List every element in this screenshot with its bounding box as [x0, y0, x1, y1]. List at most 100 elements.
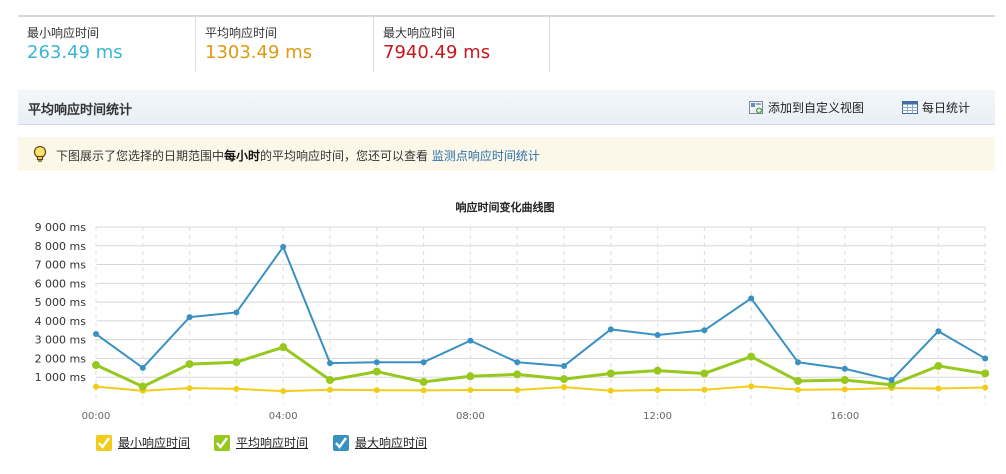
data-point[interactable]	[747, 352, 756, 361]
data-point[interactable]	[795, 386, 801, 393]
data-point[interactable]	[232, 358, 241, 367]
data-point[interactable]	[514, 359, 521, 366]
monitor-stats-link[interactable]: 监测点响应时间统计	[432, 149, 540, 163]
data-point[interactable]	[607, 387, 614, 394]
stat-max-response: 最大响应时间 7940.49 ms	[374, 17, 550, 72]
checkbox-checked-icon[interactable]	[96, 434, 112, 451]
stat-label: 平均响应时间	[205, 26, 278, 40]
y-tick-label: 2 000 ms	[35, 352, 87, 365]
data-point[interactable]	[280, 243, 287, 250]
y-tick-label: 4 000 ms	[35, 315, 87, 328]
data-point[interactable]	[840, 376, 849, 385]
legend-item-min[interactable]: 最小响应时间	[96, 434, 190, 451]
series-line-avg	[95, 345, 986, 389]
data-point[interactable]	[327, 386, 333, 393]
tip-bold: 每小时	[224, 149, 261, 163]
data-point[interactable]	[466, 372, 475, 381]
data-point[interactable]	[701, 386, 708, 393]
data-point[interactable]	[467, 386, 474, 393]
data-point[interactable]	[233, 385, 240, 392]
data-point[interactable]	[186, 314, 193, 321]
data-point[interactable]	[513, 370, 522, 379]
chart-title: 响应时间变化曲线图	[456, 200, 555, 214]
data-point[interactable]	[841, 386, 848, 393]
tip-suffix: 的平均响应时间，您还可以查看	[260, 149, 429, 163]
daily-stats-label: 每日统计	[922, 101, 971, 115]
data-point[interactable]	[561, 384, 567, 391]
data-point[interactable]	[93, 383, 99, 390]
data-point[interactable]	[279, 343, 288, 352]
data-point[interactable]	[561, 362, 567, 369]
data-point[interactable]	[654, 386, 661, 393]
x-tick-label: 08:00	[456, 411, 485, 422]
tip-text: 下图展示了您选择的日期范围中每小时的平均响应时间，您还可以查看 监测点响应时间统…	[56, 147, 540, 164]
data-point[interactable]	[280, 388, 287, 395]
data-point[interactable]	[326, 376, 334, 385]
data-point[interactable]	[373, 359, 380, 366]
daily-stats-button[interactable]: 每日统计	[902, 99, 970, 116]
data-point[interactable]	[701, 327, 708, 334]
stat-value: 263.49 ms	[27, 42, 123, 63]
data-point[interactable]	[372, 367, 381, 376]
add-view-icon	[749, 100, 763, 114]
y-tick-label: 9 000 ms	[35, 221, 87, 234]
checkbox-checked-icon[interactable]	[333, 434, 349, 451]
data-point[interactable]	[607, 326, 614, 333]
data-point[interactable]	[139, 364, 146, 371]
data-point[interactable]	[233, 309, 240, 316]
y-tick-label: 5 000 ms	[35, 296, 87, 309]
data-point[interactable]	[748, 295, 755, 302]
data-point[interactable]	[934, 361, 943, 370]
legend-label-max: 最大响应时间	[355, 436, 428, 450]
y-tick-label: 7 000 ms	[35, 259, 87, 272]
y-tick-label: 6 000 ms	[35, 277, 87, 290]
y-tick-label: 3 000 ms	[35, 334, 87, 347]
data-point[interactable]	[982, 355, 989, 362]
data-point[interactable]	[888, 377, 895, 384]
legend-item-avg[interactable]: 平均响应时间	[214, 434, 308, 451]
data-point[interactable]	[935, 328, 942, 335]
data-point[interactable]	[841, 365, 848, 372]
data-point[interactable]	[186, 385, 193, 392]
checkbox-checked-icon[interactable]	[214, 434, 230, 451]
data-point[interactable]	[420, 387, 427, 394]
data-point[interactable]	[654, 331, 661, 338]
data-point[interactable]	[794, 376, 802, 385]
data-point[interactable]	[138, 382, 147, 391]
stat-label: 最小响应时间	[27, 26, 100, 40]
stat-label: 最大响应时间	[383, 26, 456, 40]
data-point[interactable]	[419, 377, 428, 386]
legend-item-max[interactable]: 最大响应时间	[333, 434, 427, 451]
data-point[interactable]	[467, 337, 474, 344]
info-tip: 下图展示了您选择的日期范围中每小时的平均响应时间，您还可以查看 监测点响应时间统…	[18, 137, 995, 171]
data-point[interactable]	[420, 359, 427, 366]
stat-avg-response: 平均响应时间 1303.49 ms	[196, 17, 374, 72]
data-point[interactable]	[327, 360, 333, 367]
data-point[interactable]	[373, 387, 380, 394]
series-line-min	[95, 385, 986, 393]
data-point[interactable]	[93, 331, 99, 338]
data-point[interactable]	[606, 369, 615, 378]
stats-summary: 最小响应时间 263.49 ms 平均响应时间 1303.49 ms 最大响应时…	[18, 17, 995, 72]
data-point[interactable]	[935, 385, 942, 392]
data-point[interactable]	[795, 359, 801, 366]
tip-prefix: 下图展示了您选择的日期范围中	[56, 149, 225, 163]
data-point[interactable]	[748, 383, 755, 390]
x-tick-label: 12:00	[643, 411, 672, 422]
y-tick-label: 1 000 ms	[35, 371, 87, 384]
x-tick-label: 04:00	[269, 411, 298, 422]
legend-label-avg: 平均响应时间	[236, 436, 309, 450]
data-point[interactable]	[700, 369, 709, 378]
calendar-icon	[902, 101, 918, 114]
data-point[interactable]	[514, 386, 521, 393]
data-point[interactable]	[560, 375, 568, 384]
response-time-chart: 响应时间变化曲线图 1 000 ms 2 000 ms 3 000 ms 4 000 …	[35, 200, 990, 422]
add-custom-view-button[interactable]: 添加到自定义视图	[749, 99, 864, 116]
series-line-max	[95, 245, 986, 382]
data-point[interactable]	[185, 360, 194, 369]
x-tick-label: 00:00	[82, 411, 111, 422]
data-point[interactable]	[653, 366, 662, 375]
data-point[interactable]	[982, 384, 989, 391]
data-point[interactable]	[92, 361, 100, 370]
data-point[interactable]	[981, 369, 990, 378]
